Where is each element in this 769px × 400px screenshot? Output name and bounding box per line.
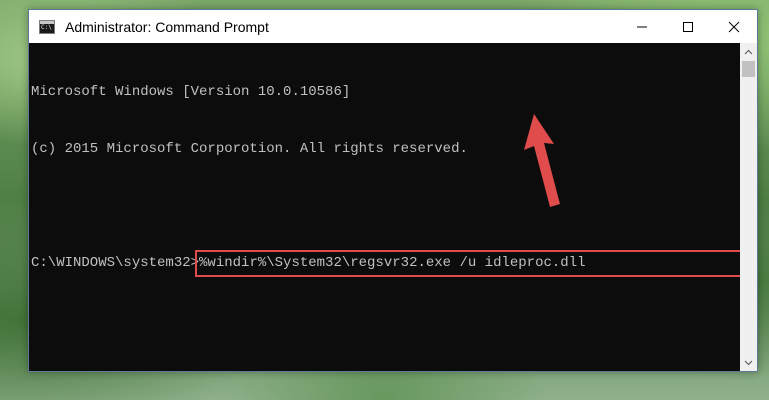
command-prompt-window: Administrator: Command Prompt Microsoft — [28, 9, 758, 372]
command-input[interactable]: %windir%\System32\regsvr32.exe /u idlepr… — [195, 250, 740, 277]
vertical-scrollbar[interactable] — [740, 43, 757, 371]
console-command-line: C:\WINDOWS\system32>%windir%\System32\re… — [31, 250, 740, 277]
close-icon — [728, 21, 740, 32]
scroll-up-button[interactable] — [740, 43, 757, 60]
console-prompt: C:\WINDOWS\system32> — [31, 255, 200, 271]
maximize-icon — [683, 21, 693, 32]
close-button[interactable] — [711, 10, 757, 43]
console-line-copyright: (c) 2015 Microsoft Corporotion. All righ… — [31, 141, 468, 157]
maximize-button[interactable] — [665, 10, 711, 43]
minimize-button[interactable] — [619, 10, 665, 43]
minimize-icon — [637, 26, 647, 27]
window-controls — [619, 10, 757, 43]
scroll-down-button[interactable] — [740, 354, 757, 371]
arrow-icon — [524, 114, 560, 207]
chevron-down-icon — [744, 360, 753, 365]
window-title: Administrator: Command Prompt — [65, 18, 269, 35]
console-line-version: Microsoft Windows [Version 10.0.10586] — [31, 84, 351, 100]
title-bar[interactable]: Administrator: Command Prompt — [29, 10, 757, 43]
chevron-up-icon — [744, 49, 753, 54]
console-output[interactable]: Microsoft Windows [Version 10.0.10586] (… — [29, 43, 740, 371]
cmd-icon — [39, 19, 55, 34]
scroll-thumb[interactable] — [742, 61, 755, 77]
